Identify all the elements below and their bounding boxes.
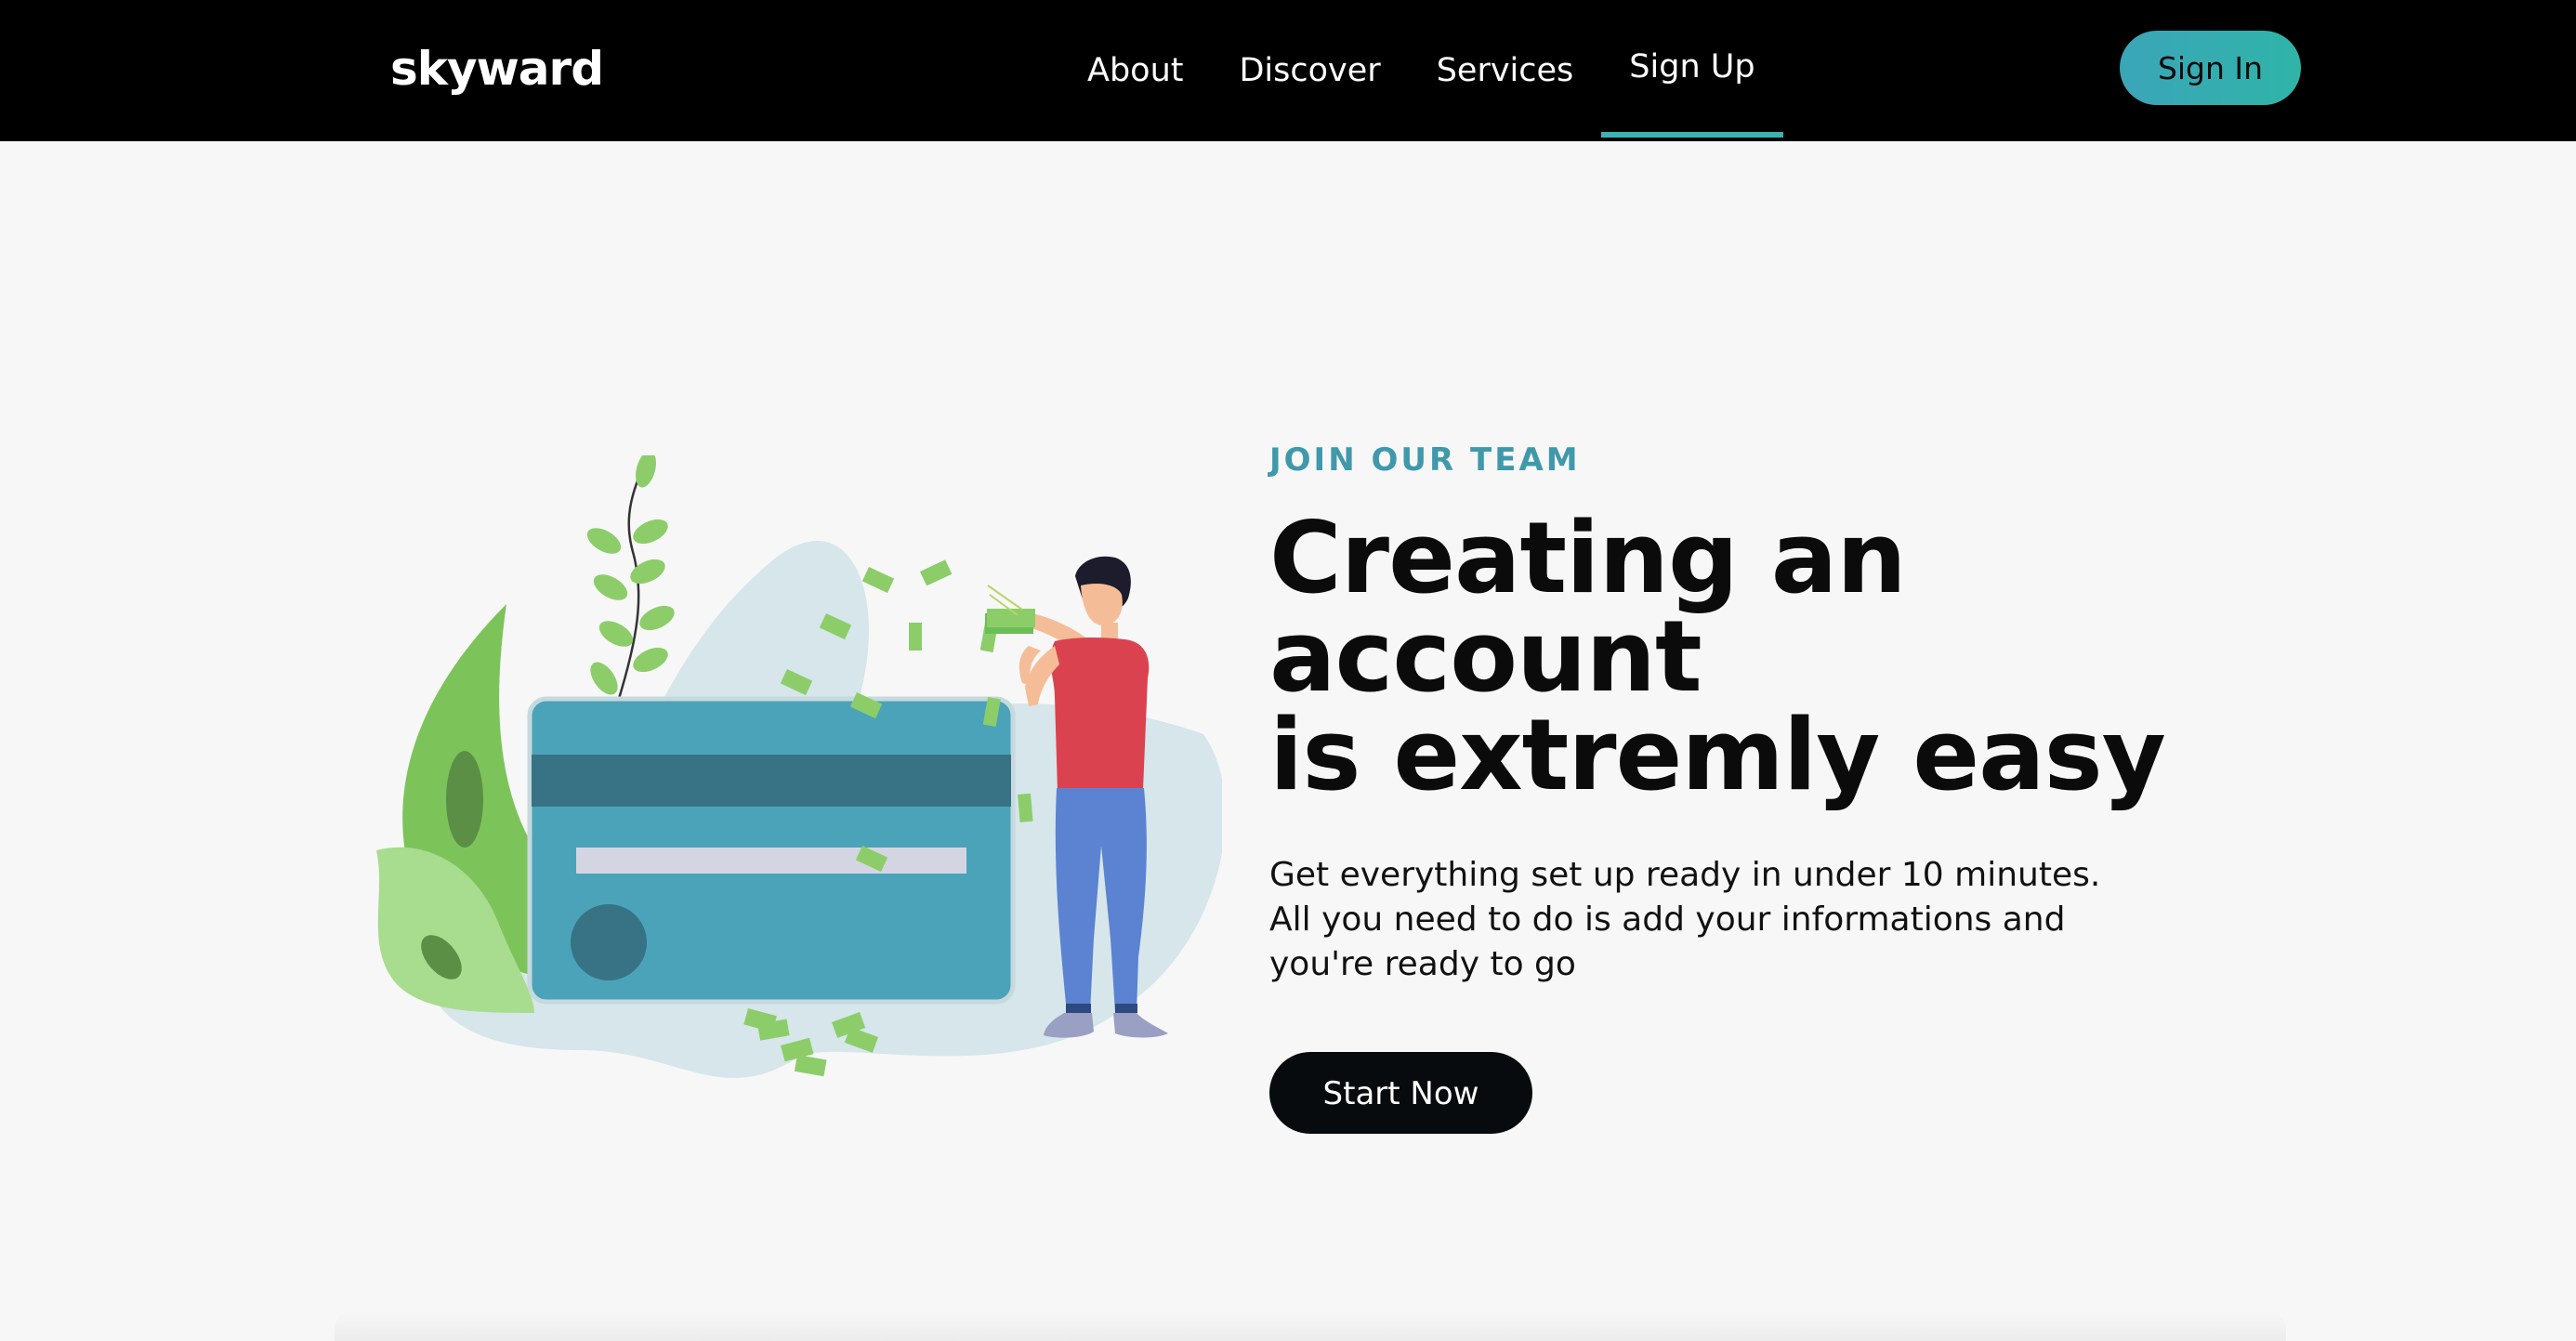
sprout-leaves bbox=[586, 451, 675, 695]
hero-description: Get everything set up ready in under 10 … bbox=[1269, 853, 2106, 987]
nav-link-services[interactable]: Services bbox=[1409, 0, 1602, 141]
hero-text: JOIN OUR TEAM Creating an account is ext… bbox=[1269, 437, 2292, 1134]
card-stripe bbox=[532, 755, 1011, 807]
hero-illustration bbox=[367, 451, 1226, 1097]
nav-link-about[interactable]: About bbox=[1059, 0, 1211, 141]
headline-line-2: is extremly easy bbox=[1269, 698, 2166, 812]
start-now-button[interactable]: Start Now bbox=[1269, 1052, 1532, 1134]
next-section-edge bbox=[335, 1310, 2286, 1341]
card-chip bbox=[571, 904, 647, 980]
sign-in-button[interactable]: Sign In bbox=[2120, 31, 2301, 105]
nav-link-sign-up[interactable]: Sign Up bbox=[1601, 0, 1783, 138]
nav-links: About Discover Services Sign Up bbox=[1059, 0, 1783, 141]
logo[interactable]: skyward bbox=[390, 35, 604, 102]
description-line-2: All you need to do is add your informati… bbox=[1269, 901, 2066, 939]
navbar: skyward About Discover Services Sign Up … bbox=[0, 0, 2576, 141]
leaf-spot bbox=[446, 751, 483, 848]
description-line-3: you're ready to go bbox=[1269, 945, 1576, 983]
nav-link-discover[interactable]: Discover bbox=[1211, 0, 1408, 141]
credit-card-money-illustration bbox=[376, 451, 1226, 1078]
hero-headline: Creating an account is extremly easy bbox=[1269, 509, 2292, 805]
description-line-1: Get everything set up ready in under 10 … bbox=[1269, 856, 2101, 894]
card-signature bbox=[576, 848, 966, 874]
headline-line-1: Creating an account bbox=[1269, 501, 1907, 714]
eyebrow-label: JOIN OUR TEAM bbox=[1269, 441, 1581, 479]
